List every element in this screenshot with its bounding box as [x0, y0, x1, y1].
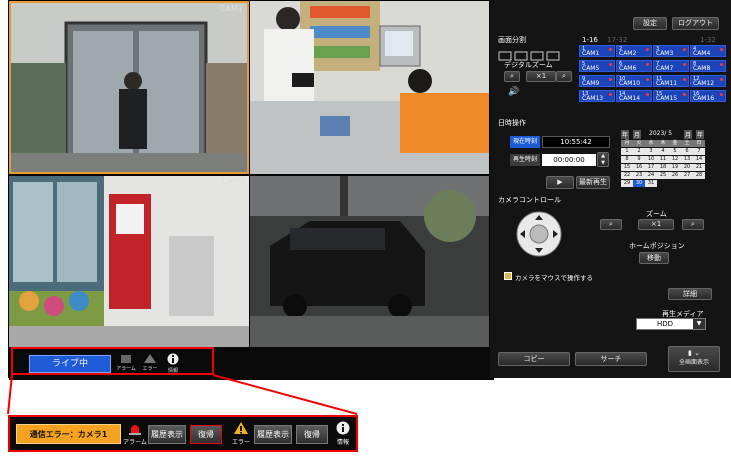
error-history-button[interactable]: 履歴表示 [254, 425, 292, 444]
callout-lines [7, 374, 358, 415]
alarm-restore-button[interactable]: 復帰 [190, 425, 222, 444]
info-circle-icon [336, 421, 350, 435]
zoomed-status-bar: 通信エラー：カメラ1 アラーム 履歴表示 復帰 エラー 履歴表示 復帰 情報 [8, 415, 358, 452]
zoomed-alarm-indicator[interactable]: アラーム [122, 421, 148, 451]
warning-icon [234, 422, 248, 434]
zoomed-info-label: 情報 [336, 439, 349, 446]
zoomed-error-indicator[interactable]: エラー [228, 421, 254, 451]
error-restore-button[interactable]: 復帰 [296, 425, 328, 444]
communication-error-message: 通信エラー：カメラ1 [16, 424, 121, 444]
alarm-siren-icon [129, 425, 141, 435]
zoomed-error-label: エラー [231, 439, 250, 446]
alarm-history-button[interactable]: 履歴表示 [148, 425, 186, 444]
zoomed-info-indicator[interactable]: 情報 [330, 421, 356, 451]
zoomed-alarm-label: アラーム [123, 439, 147, 446]
